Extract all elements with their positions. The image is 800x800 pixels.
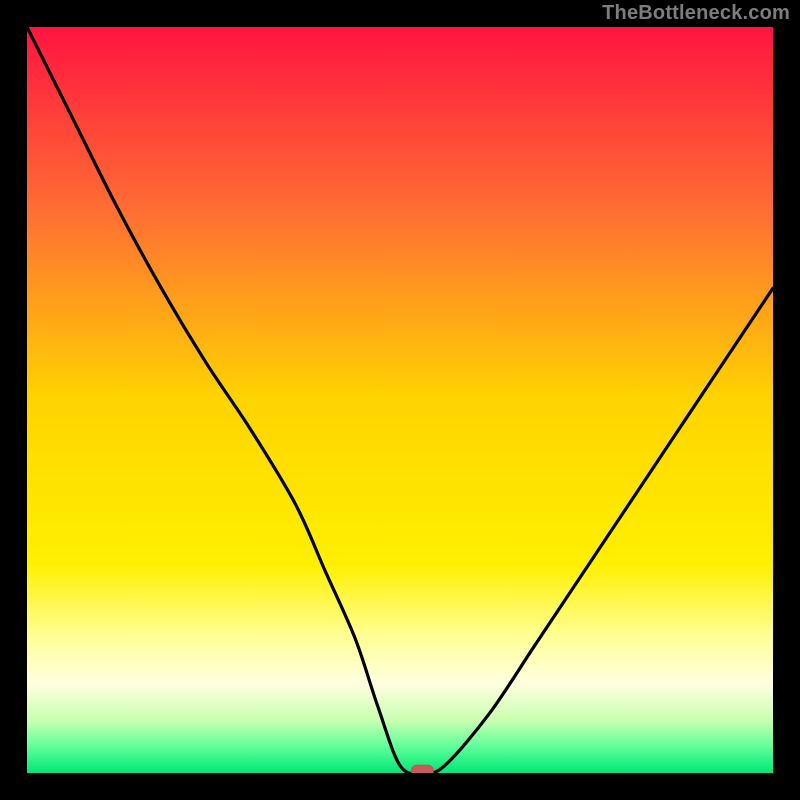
gradient-background: [27, 27, 773, 773]
attribution-label: TheBottleneck.com: [602, 2, 790, 25]
optimal-point-marker: [411, 765, 433, 773]
chart-frame: TheBottleneck.com: [0, 0, 800, 800]
bottleneck-chart: [27, 27, 773, 773]
